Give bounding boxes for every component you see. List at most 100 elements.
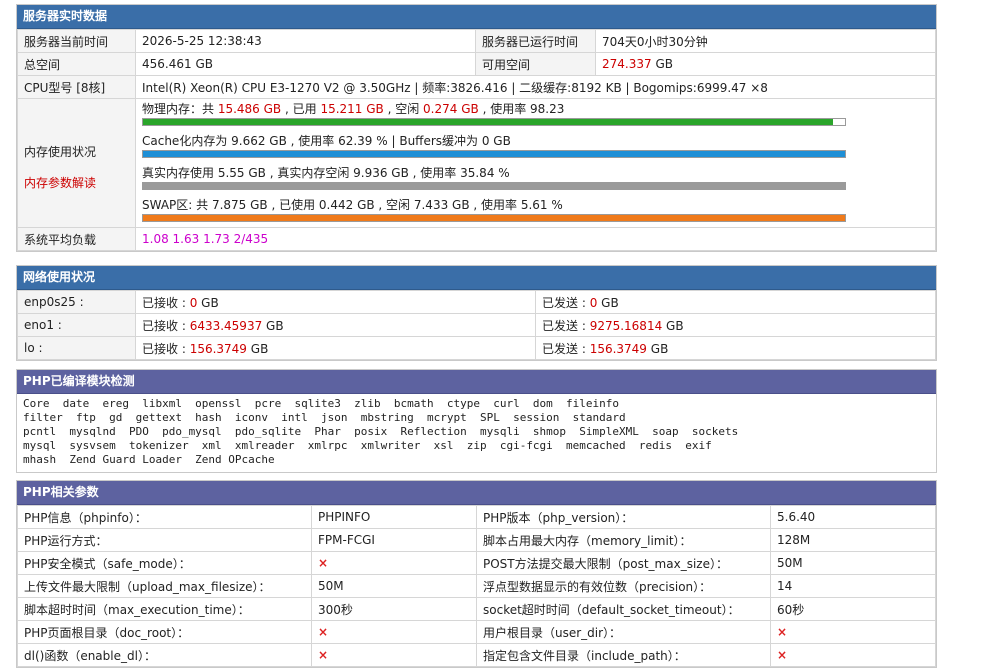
sent-unit: GB — [646, 341, 669, 356]
param-value: FPM-FCGI — [311, 528, 477, 552]
table-row: PHP运行方式： FPM-FCGI 脚本占用最大内存（memory_limit）… — [17, 528, 936, 552]
real-memory-text: 真实内存使用 5.55 GB , 真实内存空闲 9.936 GB , 使用率 3… — [142, 166, 510, 180]
sent-value: 9275.16814 — [589, 318, 663, 333]
cache-memory-text: Cache化内存为 9.662 GB , 使用率 62.39 % | Buffe… — [142, 134, 511, 148]
sent-value: 156.3749 — [589, 341, 647, 356]
sent-label: 已发送 : — [542, 295, 590, 310]
uptime-label: 服务器已运行时间 — [475, 29, 596, 53]
physical-memory-total: 15.486 GB — [217, 102, 282, 116]
iface-sent: 已发送 : 9275.16814 GB — [535, 313, 936, 337]
param-label: 脚本占用最大内存（memory_limit）： — [476, 528, 771, 552]
memory-params-link[interactable]: 内存参数解读 — [24, 174, 129, 191]
received-unit: GB — [262, 318, 284, 333]
server-table: 服务器当前时间 2026-5-25 12:38:43 服务器已运行时间 704天… — [17, 29, 936, 251]
received-label: 已接收 : — [142, 295, 190, 310]
param-label: 指定包含文件目录（include_path）： — [476, 643, 771, 667]
param-label: POST方法提交最大限制（post_max_size）： — [476, 551, 771, 575]
real-memory-bar-fill — [143, 183, 845, 189]
table-row: 脚本超时时间（max_execution_time）： 300秒 socket超… — [17, 597, 936, 621]
cross-icon: × — [770, 620, 936, 644]
memory-label: 内存使用状况 — [24, 145, 97, 159]
iface-sent: 已发送 : 0 GB — [535, 290, 936, 314]
cpu-value: Intel(R) Xeon(R) CPU E3-1270 V2 @ 3.50GH… — [135, 75, 936, 99]
server-time-label: 服务器当前时间 — [17, 29, 136, 53]
modules-line: filter ftp gd gettext hash iconv intl js… — [23, 411, 626, 424]
physical-memory-free: 0.274 GB — [423, 102, 479, 116]
iface-name: lo : — [17, 336, 136, 360]
physical-memory-usage: , 使用率 98.23 — [478, 102, 565, 116]
network-table: enp0s25 : 已接收 : 0 GB 已发送 : 0 GB eno1 : 已… — [17, 290, 936, 360]
param-label: PHP运行方式： — [17, 528, 312, 552]
cache-memory-bar-fill — [143, 151, 845, 157]
table-row: enp0s25 : 已接收 : 0 GB 已发送 : 0 GB — [17, 290, 936, 314]
param-label: dl()函数（enable_dl）： — [17, 643, 312, 667]
load-average-label: 系统平均负载 — [17, 227, 136, 251]
param-label: PHP信息（phpinfo）： — [17, 505, 312, 529]
param-label: PHP版本（php_version）： — [476, 505, 771, 529]
php-params-panel: PHP相关参数 PHP信息（phpinfo）： PHPINFO PHP版本（ph… — [16, 480, 937, 668]
received-label: 已接收 : — [142, 318, 190, 333]
iface-received: 已接收 : 6433.45937 GB — [135, 313, 536, 337]
swap-memory-bar-fill — [143, 215, 845, 221]
table-row: CPU型号 [8核] Intel(R) Xeon(R) CPU E3-1270 … — [17, 75, 936, 99]
param-value: 5.6.40 — [770, 505, 936, 529]
received-value: 156.3749 — [189, 341, 247, 356]
server-panel-title: 服务器实时数据 — [17, 5, 936, 29]
physical-memory-text: 物理内存：共 15.486 GB , 已用 15.211 GB , 空闲 0.2… — [142, 100, 929, 118]
param-label: 上传文件最大限制（upload_max_filesize）： — [17, 574, 312, 598]
table-row: 总空间 456.461 GB 可用空间 274.337 GB — [17, 52, 936, 76]
memory-label-cell: 内存使用状况 内存参数解读 — [17, 98, 136, 228]
physical-memory-bar — [142, 118, 846, 126]
physical-memory-free-label: , 空闲 — [383, 102, 424, 116]
modules-list: Core date ereg libxml openssl pcre sqlit… — [17, 394, 936, 472]
sent-label: 已发送 : — [542, 341, 590, 356]
modules-line: mysql sysvsem tokenizer xml xmlreader xm… — [23, 439, 712, 452]
table-row: lo : 已接收 : 156.3749 GB 已发送 : 156.3749 GB — [17, 336, 936, 360]
php-params-panel-title: PHP相关参数 — [17, 481, 936, 505]
param-value: 14 — [770, 574, 936, 598]
param-value: 50M — [770, 551, 936, 575]
total-space-value: 456.461 GB — [135, 52, 476, 76]
received-unit: GB — [246, 341, 269, 356]
phpinfo-link[interactable]: PHPINFO — [311, 505, 477, 529]
uptime-value: 704天0小时30分钟 — [595, 29, 936, 53]
network-panel-title: 网络使用状况 — [17, 266, 936, 290]
sent-unit: GB — [662, 318, 684, 333]
param-label: PHP安全模式（safe_mode）： — [17, 551, 312, 575]
received-unit: GB — [197, 295, 219, 310]
table-row: PHP信息（phpinfo）： PHPINFO PHP版本（php_versio… — [17, 505, 936, 529]
table-row: dl()函数（enable_dl）： × 指定包含文件目录（include_pa… — [17, 643, 936, 667]
received-label: 已接收 : — [142, 341, 190, 356]
modules-panel-title: PHP已编译模块检测 — [17, 370, 936, 394]
param-label: 用户根目录（user_dir）： — [476, 620, 771, 644]
sent-unit: GB — [597, 295, 619, 310]
free-space-label: 可用空间 — [475, 52, 596, 76]
param-label: socket超时时间（default_socket_timeout）： — [476, 597, 771, 621]
free-space-value: 274.337 GB — [595, 52, 936, 76]
table-row: 上传文件最大限制（upload_max_filesize）： 50M 浮点型数据… — [17, 574, 936, 598]
physical-memory-bar-fill — [143, 119, 833, 125]
cpu-label: CPU型号 [8核] — [17, 75, 136, 99]
load-average-value: 1.08 1.63 1.73 2/435 — [135, 227, 936, 251]
param-value: 128M — [770, 528, 936, 552]
swap-memory-text: SWAP区: 共 7.875 GB , 已使用 0.442 GB , 空闲 7.… — [142, 198, 563, 212]
param-label: 脚本超时时间（max_execution_time）： — [17, 597, 312, 621]
cross-icon: × — [770, 643, 936, 667]
modules-panel: PHP已编译模块检测 Core date ereg libxml openssl… — [16, 369, 937, 473]
cross-icon: × — [311, 643, 477, 667]
param-label: PHP页面根目录（doc_root）： — [17, 620, 312, 644]
memory-row: 内存使用状况 内存参数解读 物理内存：共 15.486 GB , 已用 15.2… — [17, 98, 936, 228]
sent-label: 已发送 : — [542, 318, 590, 333]
cache-memory-bar — [142, 150, 846, 158]
iface-name: enp0s25 : — [17, 290, 136, 314]
total-space-label: 总空间 — [17, 52, 136, 76]
php-params-table: PHP信息（phpinfo）： PHPINFO PHP版本（php_versio… — [17, 505, 936, 667]
swap-memory-row: SWAP区: 共 7.875 GB , 已使用 0.442 GB , 空闲 7.… — [142, 195, 929, 227]
real-memory-bar — [142, 182, 846, 190]
param-value: 60秒 — [770, 597, 936, 621]
table-row: 系统平均负载 1.08 1.63 1.73 2/435 — [17, 227, 936, 251]
physical-memory-used: 15.211 GB — [320, 102, 384, 116]
param-value: 300秒 — [311, 597, 477, 621]
cross-icon: × — [311, 620, 477, 644]
iface-name: eno1 : — [17, 313, 136, 337]
